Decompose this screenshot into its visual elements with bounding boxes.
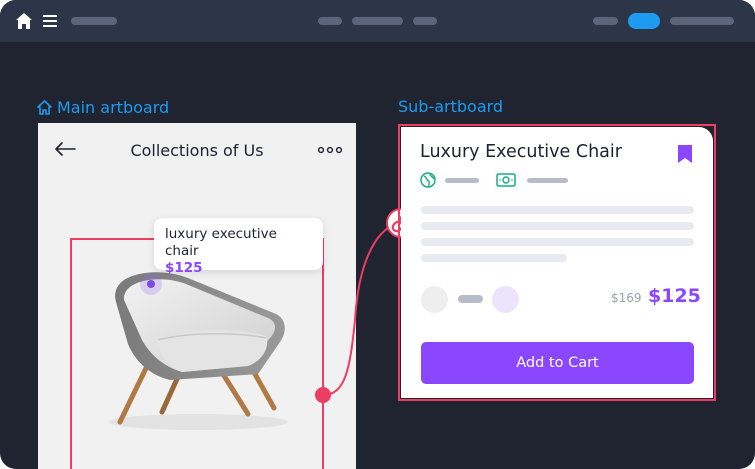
description-line — [421, 206, 694, 214]
more-icon[interactable] — [318, 146, 342, 154]
top-toolbar — [0, 0, 755, 42]
menu-icon[interactable] — [42, 13, 58, 29]
product-tooltip[interactable]: luxury executive chair $125 — [154, 218, 323, 276]
quantity-value-placeholder — [458, 295, 483, 303]
home-icon[interactable] — [15, 12, 33, 30]
app-header: Collections of Us — [38, 123, 356, 179]
original-price: $169 — [611, 291, 642, 305]
toolbar-item-placeholder[interactable] — [593, 17, 618, 25]
file-name-placeholder[interactable] — [71, 17, 117, 25]
quantity-increase-button[interactable] — [492, 286, 519, 313]
quantity-decrease-button[interactable] — [421, 286, 448, 313]
description-line — [421, 238, 694, 246]
description-line — [421, 222, 694, 230]
sub-artboard-label[interactable]: Sub-artboard — [398, 97, 503, 116]
main-artboard-label[interactable]: Main artboard — [36, 98, 169, 117]
globe-icon — [420, 172, 436, 188]
main-artboard-label-text: Main artboard — [57, 98, 170, 117]
page-title: Collections of Us — [130, 141, 264, 160]
tooltip-product-price: $125 — [165, 260, 203, 276]
cash-icon — [496, 173, 516, 187]
add-to-cart-button[interactable]: Add to Cart — [421, 342, 694, 384]
meta-text-placeholder — [445, 178, 479, 183]
mode-toggle[interactable] — [628, 13, 660, 29]
toolbar-tab-placeholder[interactable] — [413, 17, 437, 25]
tooltip-product-name: luxury executive chair — [165, 226, 277, 259]
toolbar-item-placeholder[interactable] — [670, 17, 734, 25]
home-outline-icon — [37, 100, 52, 115]
connector-anchor-dot[interactable] — [315, 387, 331, 403]
product-title: Luxury Executive Chair — [420, 142, 622, 162]
meta-text-placeholder — [527, 178, 568, 183]
sale-price: $125 — [648, 285, 701, 307]
toolbar-tab-placeholder[interactable] — [318, 17, 342, 25]
bookmark-icon[interactable] — [677, 144, 693, 164]
design-canvas-window: Main artboard Sub-artboard Collections o… — [0, 0, 755, 469]
description-line — [421, 254, 567, 262]
toolbar-tab-placeholder[interactable] — [352, 17, 403, 25]
